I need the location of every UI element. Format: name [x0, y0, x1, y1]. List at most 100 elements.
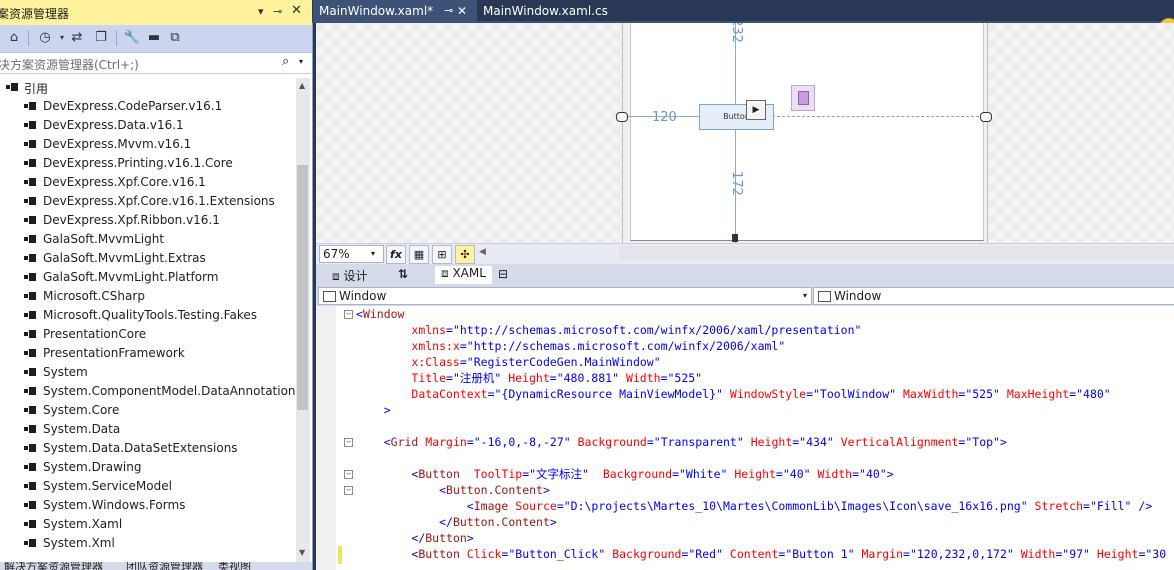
anchor-bottom-icon[interactable] [732, 234, 738, 242]
zoom-select[interactable]: 67% ▾ [319, 245, 384, 263]
tab-xaml[interactable]: ⧈ XAML [435, 266, 492, 284]
tab-mainwindow-xaml[interactable]: MainWindow.xaml* ⊸ ✕ [313, 0, 477, 21]
tree-node-reference[interactable]: DevExpress.Mvvm.v16.1 [0, 135, 296, 154]
sync-icon[interactable]: ⇄ [68, 29, 86, 47]
tree-node-reference[interactable]: Microsoft.CSharp [0, 287, 296, 306]
tree-node-reference[interactable]: System.Xaml [0, 515, 296, 534]
smart-tag-icon[interactable]: ▶ [746, 100, 766, 120]
window-icon [323, 291, 336, 302]
code-line[interactable]: <Grid Margin="-16,0,-8,-27" Background="… [356, 434, 1007, 450]
tree-node-reference[interactable]: PresentationFramework [0, 344, 296, 363]
tab-solution-explorer[interactable]: 解决方案资源管理器 [4, 562, 103, 570]
scroll-left-icon[interactable]: ◀ [479, 247, 486, 257]
dropdown-arrow-icon[interactable]: ▾ [258, 5, 264, 18]
snap-lines-icon[interactable]: ✣ [455, 245, 475, 264]
code-token: ="D:\projects\Martes_10\Martes\CommonLib… [556, 499, 1035, 513]
tree-node-reference[interactable]: System.Xml [0, 534, 296, 553]
close-icon[interactable]: ✕ [457, 0, 467, 22]
split-toggle-icon[interactable]: ⊟ [498, 267, 508, 281]
collapse-all-icon[interactable]: ❐ [92, 29, 110, 47]
tab-class-view[interactable]: 类视图 [218, 562, 251, 570]
tree-node-reference[interactable]: System.Data.DataSetExtensions [0, 439, 296, 458]
grid-toggle-icon[interactable]: ▦ [409, 245, 429, 264]
code-line[interactable]: <Image Source="D:\projects\Martes_10\Mar… [356, 498, 1152, 514]
tree-node-reference[interactable]: GalaSoft.MvvmLight [0, 230, 296, 249]
bottom-panel-tabs: 解决方案资源管理器 团队资源管理器 类视图 [0, 562, 312, 570]
search-input[interactable]: 决方案资源管理器(Ctrl+;) [0, 56, 139, 73]
element-selector-right[interactable]: Window [813, 287, 1174, 305]
tree-scrollbar-thumb[interactable] [297, 165, 308, 410]
scroll-down-icon[interactable]: ▼ [299, 548, 305, 557]
solution-explorer-search[interactable]: 决方案资源管理器(Ctrl+;) ⌕ ▾ [0, 53, 311, 74]
code-token: ="97" [1055, 547, 1097, 561]
code-line[interactable]: <Button ToolTip="文字标注" Background="White… [356, 466, 893, 482]
swap-panes-button[interactable]: ⇅ [398, 267, 408, 281]
element-selector-left[interactable]: Window ▾ [318, 287, 812, 305]
collapse-icon[interactable]: − [344, 310, 353, 319]
code-line[interactable]: x:Class="RegisterCodeGen.MainWindow" [356, 354, 660, 370]
tree-node-reference[interactable]: System.Windows.Forms [0, 496, 296, 515]
tree-node-reference[interactable]: DevExpress.Xpf.Core.v16.1 [0, 173, 296, 192]
collapse-icon[interactable]: − [344, 486, 353, 495]
tree-node-reference[interactable]: PresentationCore [0, 325, 296, 344]
collapse-icon[interactable]: − [344, 470, 353, 479]
code-line[interactable]: <Button.Content> [356, 482, 550, 498]
code-line[interactable]: <Button Click="Button_Click" Background=… [356, 546, 1166, 562]
tab-design[interactable]: ⧈ 设计 [332, 267, 367, 284]
code-line[interactable]: </Button> [356, 530, 473, 546]
tree-node-reference[interactable]: GalaSoft.MvvmLight.Extras [0, 249, 296, 268]
pin-icon[interactable]: ⊸ [273, 5, 282, 18]
code-line[interactable]: <Window [356, 306, 404, 322]
scroll-up-icon[interactable]: ▲ [299, 81, 305, 90]
tree-node-reference[interactable]: DevExpress.Xpf.Ribbon.v16.1 [0, 211, 296, 230]
home-icon[interactable]: ⌂ [5, 29, 23, 47]
tree-node-reference[interactable]: DevExpress.CodeParser.v16.1 [0, 97, 296, 116]
code-token: Content [729, 547, 779, 561]
history-icon[interactable]: ◷ [36, 29, 54, 47]
xaml-designer-surface[interactable]: 232 120 172 Button ▶ [316, 23, 1174, 243]
snap-grid-icon[interactable]: ⊞ [432, 245, 452, 264]
code-line[interactable]: xmlns="http://schemas.microsoft.com/winf… [356, 322, 861, 338]
tree-node-label: System.Core [43, 403, 120, 417]
fx-button[interactable]: fx [386, 245, 406, 264]
wrench-icon[interactable]: 🔧 [123, 29, 141, 47]
dash-icon[interactable]: ▬ [145, 29, 163, 47]
tree-node-reference[interactable]: System.Data [0, 420, 296, 439]
tree-node-reference[interactable]: System.ServiceModel [0, 477, 296, 496]
reference-icon [24, 235, 36, 243]
code-token: Height [750, 435, 793, 449]
tree-node-reference[interactable]: DevExpress.Xpf.Core.v16.1.Extensions [0, 192, 296, 211]
tree-node-reference[interactable]: System [0, 363, 296, 382]
pin-icon[interactable]: ⊸ [444, 0, 453, 22]
tree-node-reference[interactable]: System.Drawing [0, 458, 296, 477]
code-token: ="注册机" [446, 371, 509, 385]
close-icon[interactable]: ✕ [291, 3, 302, 18]
anchor-left-icon[interactable] [616, 112, 628, 122]
save-button-element[interactable] [791, 85, 815, 111]
tree-node-reference[interactable]: Microsoft.QualityTools.Testing.Fakes [0, 306, 296, 325]
code-line[interactable]: xmlns:x="http://schemas.microsoft.com/wi… [356, 338, 785, 354]
tab-mainwindow-xaml-cs[interactable]: MainWindow.xaml.cs [477, 0, 614, 21]
class-diagram-icon[interactable]: ⧉ [166, 29, 184, 47]
chevron-down-icon[interactable]: ▾ [299, 57, 303, 66]
tree-node-reference[interactable]: DevExpress.Printing.v16.1.Core [0, 154, 296, 173]
code-line[interactable]: </Button.Content> [356, 514, 557, 530]
tree-node-reference[interactable]: System.Core [0, 401, 296, 420]
collapse-icon[interactable]: − [344, 438, 353, 447]
code-token: ="525" [660, 371, 703, 385]
margin-guide-right [772, 116, 984, 117]
tree-node-reference[interactable]: DevExpress.Data.v16.1 [0, 116, 296, 135]
tree-node-reference[interactable]: System.ComponentModel.DataAnnotations [0, 382, 296, 401]
code-line[interactable]: Title="注册机" Height="480.881" Width="525" [356, 370, 702, 386]
anchor-right-icon[interactable] [980, 112, 992, 122]
search-icon[interactable]: ⌕ [282, 54, 289, 69]
code-line[interactable]: DataContext="{DynamicResource MainViewMo… [356, 386, 1110, 402]
code-line[interactable]: > [356, 402, 391, 418]
tree-node-references[interactable]: 引用 [0, 78, 296, 97]
designer-h-scrollbar[interactable] [619, 246, 1174, 260]
xaml-code-editor[interactable]: <Window xmlns="http://schemas.microsoft.… [316, 306, 1174, 570]
tab-team-explorer[interactable]: 团队资源管理器 [126, 562, 203, 570]
code-token: Button [418, 467, 474, 481]
tree-node-reference[interactable]: GalaSoft.MvvmLight.Platform [0, 268, 296, 287]
